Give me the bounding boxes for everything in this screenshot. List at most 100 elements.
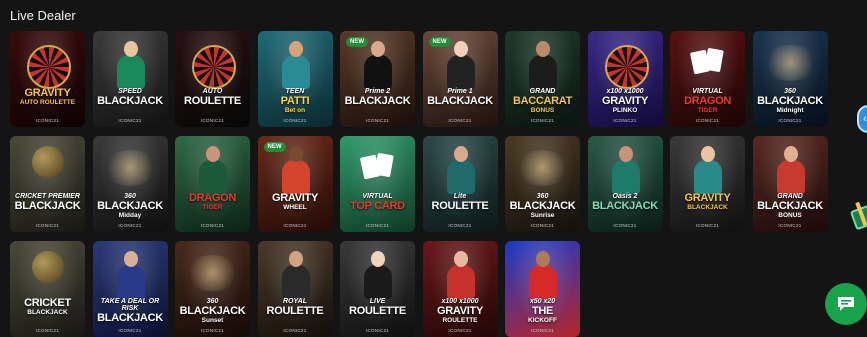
playing-cards-icon	[359, 152, 394, 182]
game-title-prefix: Prime 1	[447, 88, 473, 95]
game-title-main: BLACKJACK	[97, 95, 163, 107]
game-title-main: THE	[531, 305, 554, 317]
game-tile[interactable]: 360 BLACKJACK Midday ICONIC21	[92, 136, 168, 232]
game-title-suffix: Bet on	[284, 107, 306, 114]
game-title-main: DRAGON	[188, 192, 237, 204]
game-title-suffix: BONUS	[530, 107, 555, 114]
chat-button[interactable]	[825, 283, 867, 325]
provider-label: ICONIC21	[778, 223, 802, 228]
provider-label: ICONIC21	[695, 118, 720, 123]
dealer-figure	[364, 41, 392, 89]
provider-label: ICONIC21	[200, 118, 225, 123]
roulette-wheel-icon	[604, 45, 649, 89]
game-tile[interactable]: VIRTUAL TOP CARD ICONIC21	[340, 136, 415, 232]
dealer-body	[364, 265, 392, 299]
provider-label: ICONIC21	[118, 223, 142, 228]
game-tile[interactable]: GRAND BACCARAT BONUS ICONIC21	[505, 31, 580, 127]
dealer-head	[288, 251, 303, 267]
game-tile[interactable]: NEW Prime 1 BLACKJACK ICONIC21	[422, 31, 498, 127]
dealer-head	[206, 146, 220, 162]
game-title: VIRTUAL TOP CARD	[342, 193, 413, 212]
provider-label: ICONIC21	[778, 118, 802, 123]
dealer-body	[529, 265, 557, 299]
game-title: SPEED BLACKJACK	[95, 88, 166, 107]
game-tile[interactable]: GRAVITY AUTO ROULETTE ICONIC21	[10, 31, 85, 127]
game-tile[interactable]: CRICKET PREMIER BLACKJACK ICONIC21	[10, 136, 85, 232]
dealer-body	[611, 160, 640, 194]
game-tile[interactable]: NEW Prime 2 BLACKJACK ICONIC21	[340, 31, 415, 127]
dealer-head	[453, 146, 468, 162]
game-tile[interactable]: x100 x1000 GRAVITY PLINKO ICONIC21	[587, 31, 663, 127]
game-title-main: GRAVITY	[272, 192, 318, 204]
game-tile[interactable]: x50 x20 THE KICKOFF ICONIC21	[505, 241, 580, 337]
game-tile[interactable]: Lite ROULETTE ICONIC21	[422, 136, 498, 232]
dealer-body	[281, 55, 310, 89]
gift-promo[interactable]	[840, 192, 867, 240]
game-title-main: BLACKJACK	[509, 200, 576, 212]
cricket-ball-icon	[32, 251, 64, 283]
game-tile[interactable]: TAKE A DEAL OR RISK BLACKJACK ICONIC21	[92, 241, 168, 337]
game-title-main: ROULETTE	[266, 305, 324, 317]
provider-label: ICONIC21	[35, 223, 60, 228]
game-tile[interactable]: 360 BLACKJACK Sunrise ICONIC21	[505, 136, 580, 232]
game-title-main: BLACKJACK	[427, 95, 493, 107]
game-tile[interactable]: GRAND BLACKJACK BONUS ICONIC21	[752, 136, 828, 232]
dealer-body	[446, 160, 475, 194]
game-tile[interactable]: DRAGON TIGER ICONIC21	[175, 136, 250, 232]
game-tile[interactable]: LIVE ROULETTE ICONIC21	[340, 241, 415, 337]
dealer-body	[529, 55, 557, 89]
game-tile[interactable]: VIRTUAL DRAGON TIGER ICONIC21	[670, 31, 745, 127]
new-badge: NEW	[346, 37, 368, 47]
provider-label: ICONIC21	[613, 223, 637, 228]
game-title-prefix: GRAND	[777, 193, 803, 200]
game-tile[interactable]: CRICKET BLACKJACK ICONIC21	[10, 241, 85, 337]
game-tile[interactable]: AUTO ROULETTE ICONIC21	[175, 31, 250, 127]
game-title-prefix: TEEN	[285, 88, 305, 95]
game-title-prefix: 360	[536, 193, 549, 200]
game-title-main: ROULETTE	[431, 200, 489, 212]
game-title: TAKE A DEAL OR RISK BLACKJACK	[95, 298, 166, 324]
dealer-head	[536, 41, 550, 57]
game-title-suffix: Midnight	[776, 107, 804, 114]
stage-lights-icon	[762, 45, 818, 81]
stage-lights-icon	[185, 255, 240, 291]
provider-label: ICONIC21	[283, 223, 307, 228]
game-tile[interactable]: ROYAL ROULETTE ICONIC21	[257, 241, 333, 337]
side-scroll-arrow[interactable]: ‹	[857, 105, 867, 133]
game-tile[interactable]: NEW GRAVITY WHEEL ICONIC21	[257, 136, 333, 232]
provider-label: ICONIC21	[283, 118, 307, 123]
provider-label: ICONIC21	[200, 328, 225, 333]
game-tile[interactable]: TEEN PATTI Bet on ICONIC21	[257, 31, 333, 127]
game-title: x50 x20 THE KICKOFF	[507, 298, 578, 325]
game-tile[interactable]: GRAVITY BLACKJACK ICONIC21	[670, 136, 745, 232]
provider-label: ICONIC21	[530, 223, 555, 228]
game-title-main: DRAGON	[683, 95, 732, 107]
game-title-main: BLACKJACK	[14, 200, 81, 212]
game-title: AUTO ROULETTE	[177, 88, 248, 107]
game-tile[interactable]: 360 BLACKJACK Midnight ICONIC21	[752, 31, 828, 127]
game-title-suffix: WHEEL	[283, 204, 307, 211]
new-badge: NEW	[428, 37, 451, 47]
game-title-suffix: Sunrise	[530, 212, 555, 219]
provider-label: ICONIC21	[283, 328, 307, 333]
game-title-suffix: PLINKO	[612, 107, 638, 114]
dealer-figure	[446, 41, 475, 89]
game-title-main: BLACKJACK	[757, 95, 823, 107]
game-tile[interactable]: 360 BLACKJACK Sunset ICONIC21	[175, 241, 250, 337]
dealer-head	[783, 146, 798, 162]
game-tile[interactable]: SPEED BLACKJACK ICONIC21	[92, 31, 168, 127]
game-title: Oasis 2 BLACKJACK	[590, 193, 661, 212]
game-title: TEEN PATTI Bet on	[260, 88, 331, 115]
game-title-main: BLACKJACK	[97, 200, 163, 212]
dealer-figure	[611, 146, 640, 194]
dealer-body	[694, 160, 722, 194]
game-title-prefix: 360	[784, 88, 796, 95]
game-tile[interactable]: x100 x1000 GRAVITY ROULETTE ICONIC21	[422, 241, 498, 337]
new-badge: NEW	[263, 142, 286, 152]
game-title-main: ROULETTE	[349, 305, 406, 317]
game-title-prefix: x100 x1000	[606, 88, 644, 95]
tile-glow	[340, 136, 415, 232]
game-title-prefix: x100 x1000	[441, 298, 479, 305]
game-tile[interactable]: Oasis 2 BLACKJACK ICONIC21	[587, 136, 663, 232]
provider-label: ICONIC21	[448, 118, 472, 123]
